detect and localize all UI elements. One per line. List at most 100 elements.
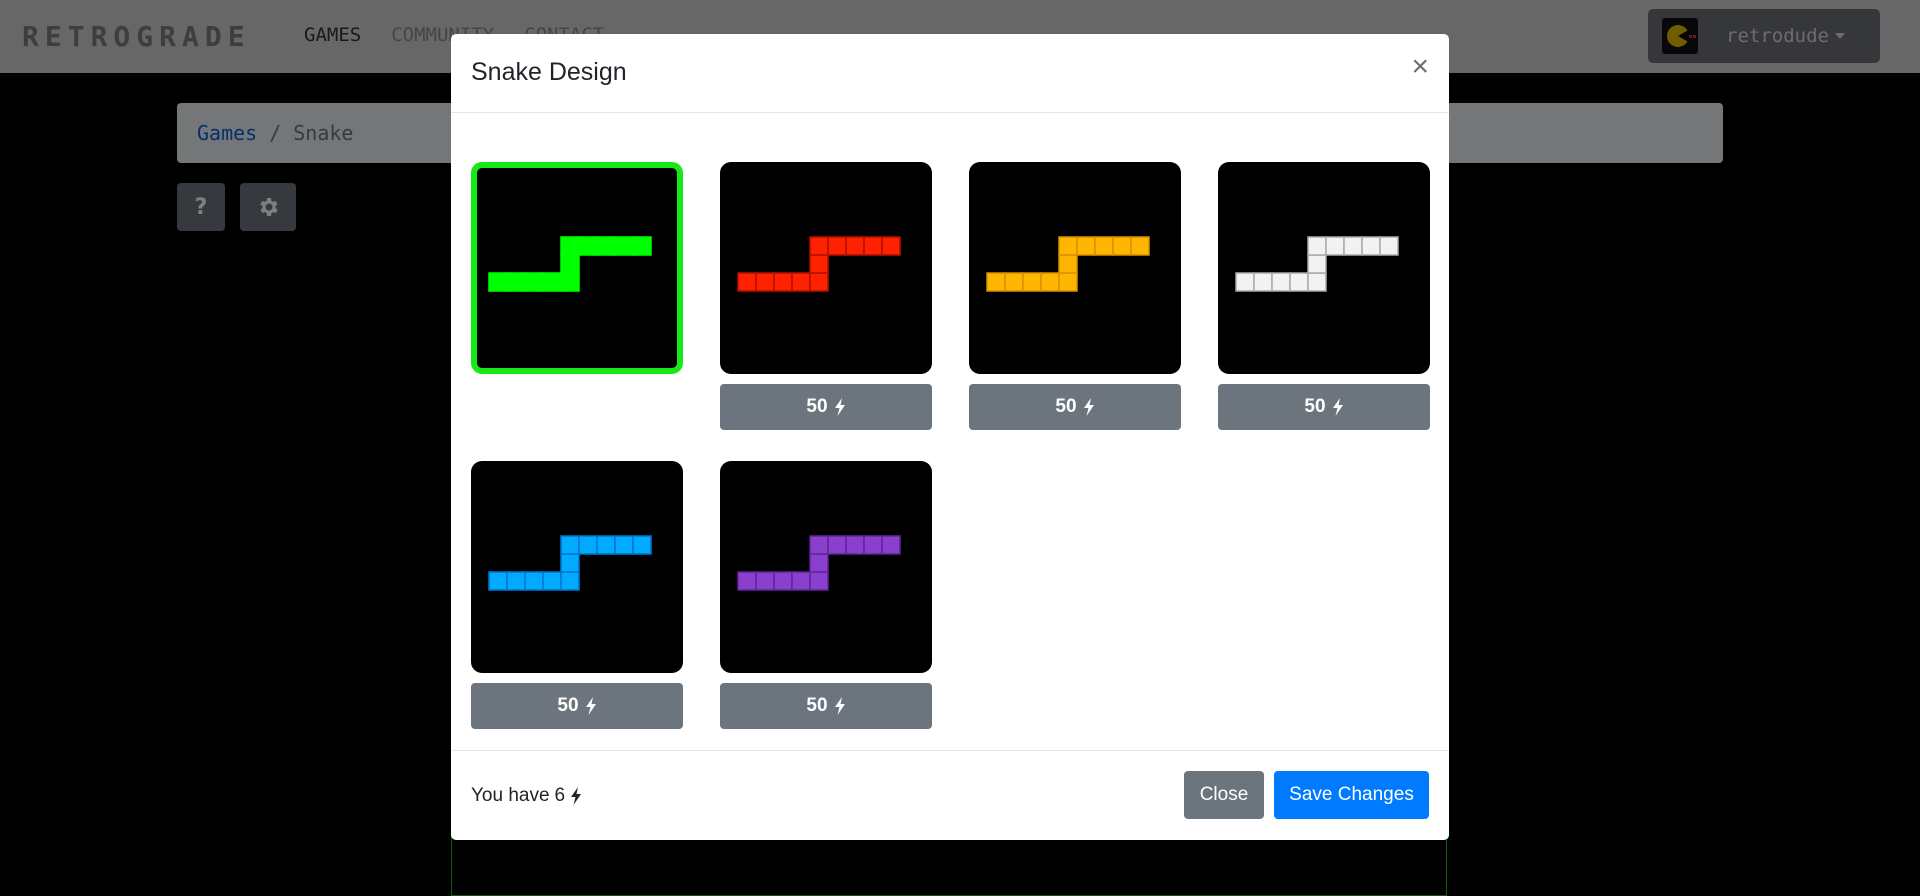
snake-segment — [1271, 272, 1291, 292]
snake-segment — [863, 236, 883, 256]
snake-segment — [773, 272, 793, 292]
snake-segment — [1058, 236, 1078, 256]
buy-button[interactable]: 50 — [1218, 384, 1430, 430]
snake-segment — [809, 535, 829, 555]
snake-segment — [1094, 236, 1114, 256]
snake-segment — [809, 236, 829, 256]
bolt-icon — [571, 787, 582, 805]
snake-segment — [632, 236, 652, 256]
snake-segment — [1361, 236, 1381, 256]
snake-segment — [827, 535, 847, 555]
snake-segment — [755, 571, 775, 591]
snake-segment — [560, 553, 580, 573]
snake-segment — [578, 535, 598, 555]
snake-segment — [791, 272, 811, 292]
bolt-icon — [1083, 398, 1094, 416]
save-changes-button[interactable]: Save Changes — [1274, 771, 1429, 819]
design-card-red: 50 — [720, 162, 932, 430]
modal-title: Snake Design — [471, 58, 627, 86]
snake-segment — [1253, 272, 1273, 292]
snake-segment — [737, 571, 757, 591]
snake-segment — [737, 272, 757, 292]
snake-segment — [1343, 236, 1363, 256]
price-value: 50 — [1055, 396, 1077, 417]
snake-preview — [1235, 236, 1399, 292]
snake-segment — [596, 535, 616, 555]
snake-design-modal: Snake Design × 50 50 50 50 50 You have 6… — [451, 34, 1449, 840]
price-value: 50 — [806, 695, 828, 716]
snake-segment — [809, 571, 829, 591]
snake-segment — [1130, 236, 1150, 256]
snake-preview — [488, 535, 652, 591]
buy-button[interactable]: 50 — [720, 683, 932, 729]
modal-header: Snake Design × — [451, 34, 1449, 113]
snake-preview — [737, 236, 901, 292]
snake-segment — [1040, 272, 1060, 292]
close-icon[interactable]: × — [1411, 52, 1429, 82]
design-card-purple: 50 — [720, 461, 932, 729]
snake-design-blue[interactable] — [471, 461, 683, 673]
snake-segment — [863, 535, 883, 555]
design-card-green — [471, 162, 683, 374]
snake-segment — [809, 254, 829, 274]
buy-button[interactable]: 50 — [720, 384, 932, 430]
snake-segment — [986, 272, 1006, 292]
snake-segment — [809, 553, 829, 573]
balance-prefix: You have — [471, 785, 550, 806]
bolt-icon — [834, 697, 845, 715]
snake-segment — [1379, 236, 1399, 256]
design-card-yellow: 50 — [969, 162, 1181, 430]
snake-segment — [488, 571, 508, 591]
snake-segment — [755, 272, 775, 292]
snake-segment — [488, 272, 508, 292]
snake-segment — [578, 236, 598, 256]
snake-segment — [560, 236, 580, 256]
snake-preview — [737, 535, 901, 591]
buy-button[interactable]: 50 — [969, 384, 1181, 430]
snake-design-white[interactable] — [1218, 162, 1430, 374]
snake-segment — [1235, 272, 1255, 292]
snake-segment — [773, 571, 793, 591]
snake-segment — [1325, 236, 1345, 256]
snake-segment — [1022, 272, 1042, 292]
close-button[interactable]: Close — [1184, 771, 1264, 819]
snake-segment — [881, 236, 901, 256]
snake-segment — [1058, 254, 1078, 274]
snake-segment — [827, 236, 847, 256]
snake-segment — [881, 535, 901, 555]
snake-segment — [560, 571, 580, 591]
bolt-icon — [834, 398, 845, 416]
snake-segment — [1307, 236, 1327, 256]
snake-design-purple[interactable] — [720, 461, 932, 673]
snake-segment — [524, 571, 544, 591]
snake-segment — [809, 272, 829, 292]
snake-segment — [1307, 272, 1327, 292]
snake-design-red[interactable] — [720, 162, 932, 374]
snake-segment — [614, 236, 634, 256]
snake-segment — [542, 571, 562, 591]
design-card-white: 50 — [1218, 162, 1430, 430]
snake-segment — [1058, 272, 1078, 292]
snake-segment — [560, 254, 580, 274]
snake-segment — [1076, 236, 1096, 256]
snake-preview — [488, 236, 652, 292]
balance-value: 6 — [554, 785, 566, 806]
design-card-blue: 50 — [471, 461, 683, 729]
snake-design-yellow[interactable] — [969, 162, 1181, 374]
snake-segment — [596, 236, 616, 256]
snake-segment — [1112, 236, 1132, 256]
price-value: 50 — [557, 695, 579, 716]
buy-button[interactable]: 50 — [471, 683, 683, 729]
snake-segment — [614, 535, 634, 555]
price-value: 50 — [806, 396, 828, 417]
snake-segment — [632, 535, 652, 555]
snake-segment — [506, 272, 526, 292]
snake-segment — [845, 236, 865, 256]
snake-segment — [506, 571, 526, 591]
snake-design-green[interactable] — [471, 162, 683, 374]
bolt-icon — [585, 697, 596, 715]
snake-segment — [542, 272, 562, 292]
snake-segment — [560, 535, 580, 555]
snake-segment — [1307, 254, 1327, 274]
balance-display: You have 6 — [471, 785, 582, 807]
